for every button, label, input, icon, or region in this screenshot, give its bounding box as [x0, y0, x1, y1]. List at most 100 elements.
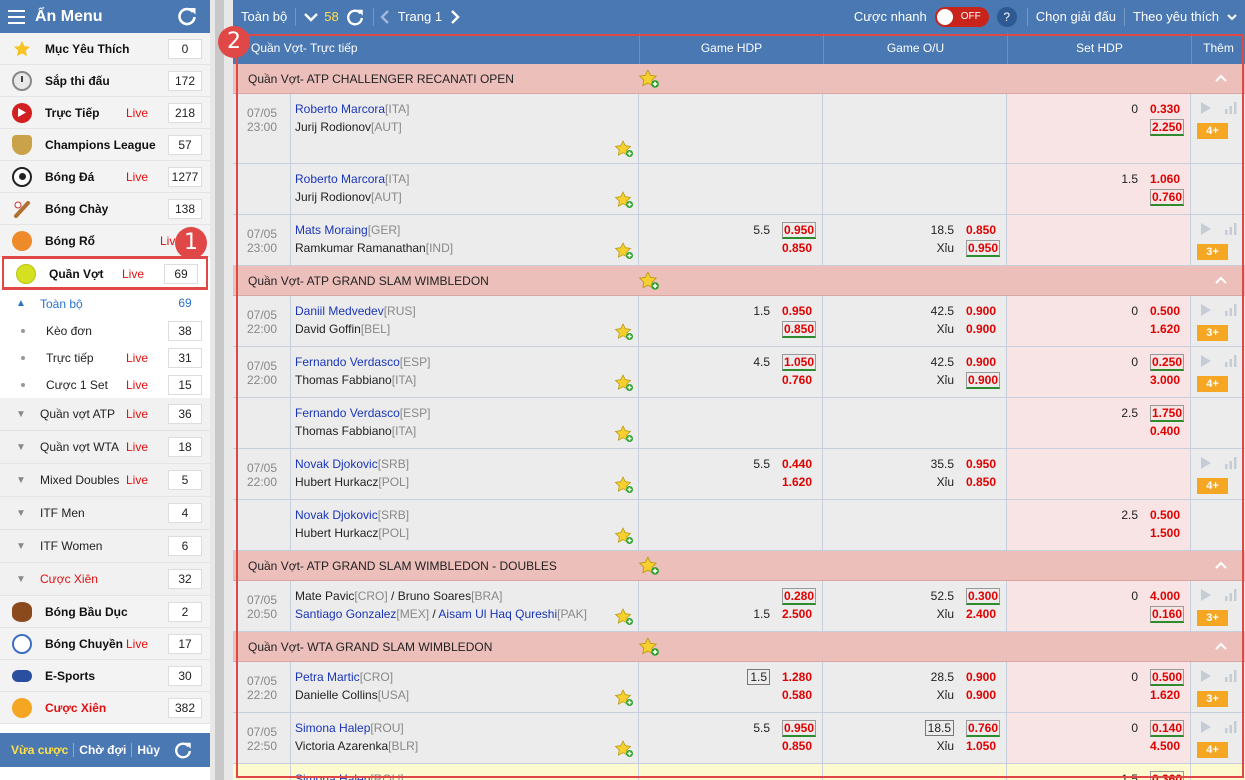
- odds-value[interactable]: 0.950: [782, 302, 816, 320]
- splitter-handle[interactable]: [215, 0, 224, 780]
- odds-value[interactable]: 0.900: [966, 302, 1000, 320]
- odds-value[interactable]: 0.850: [782, 320, 816, 338]
- odds-value[interactable]: 0.360: [1150, 770, 1184, 780]
- odds-value[interactable]: 4.500: [1150, 737, 1184, 755]
- chevron-left-icon[interactable]: [380, 9, 390, 24]
- sidebar-item-live[interactable]: Trực Tiếp Live 218: [0, 97, 210, 129]
- odds-value[interactable]: 0.950: [782, 719, 816, 737]
- sidebar-subitem-all[interactable]: ▲ Toàn bộ 69: [0, 290, 210, 317]
- odds-value[interactable]: 0.160: [1150, 605, 1184, 623]
- favorite-star-icon[interactable]: [614, 191, 634, 209]
- hide-menu-label[interactable]: Ẩn Menu: [35, 8, 103, 26]
- more-bets-button[interactable]: 3+: [1197, 325, 1228, 341]
- odds-value[interactable]: 0.950: [782, 221, 816, 239]
- odds-value[interactable]: 1.280: [782, 668, 816, 686]
- favorite-league-icon[interactable]: [638, 637, 660, 657]
- sidebar-item-champions-league[interactable]: Champions League 57: [0, 129, 210, 161]
- favorite-star-icon[interactable]: [614, 527, 634, 545]
- play-icon[interactable]: [1200, 355, 1212, 367]
- odds-value[interactable]: 0.760: [1150, 188, 1184, 206]
- odds-value[interactable]: 0.500: [1150, 506, 1184, 524]
- favorite-star-icon[interactable]: [614, 323, 634, 341]
- odds-value[interactable]: 0.280: [782, 587, 816, 605]
- odds-value[interactable]: 0.950: [966, 239, 1000, 257]
- more-bets-button[interactable]: 3+: [1197, 691, 1228, 707]
- sidebar-group-atp[interactable]: ▼ Quần vợt ATP Live 36: [0, 398, 210, 431]
- quick-bet-toggle[interactable]: OFF: [934, 6, 989, 27]
- league-header[interactable]: Quần Vợt- WTA GRAND SLAM WIMBLEDON: [233, 632, 1245, 662]
- play-icon[interactable]: [1200, 670, 1212, 682]
- league-header[interactable]: Quần Vợt- ATP GRAND SLAM WIMBLEDON - DOU…: [233, 551, 1245, 581]
- favorite-league-icon[interactable]: [638, 271, 660, 291]
- stats-icon[interactable]: [1225, 223, 1237, 235]
- chevron-up-icon[interactable]: [1215, 559, 1227, 571]
- odds-value[interactable]: 2.400: [966, 605, 1000, 623]
- odds-value[interactable]: 0.760: [966, 719, 1000, 737]
- odds-value[interactable]: 3.000: [1150, 371, 1184, 389]
- odds-value[interactable]: 0.400: [1150, 422, 1184, 440]
- play-icon[interactable]: [1200, 102, 1212, 114]
- play-icon[interactable]: [1200, 223, 1212, 235]
- odds-value[interactable]: 2.250: [1150, 118, 1184, 136]
- sidebar-item-upcoming[interactable]: Sắp thi đấu 172: [0, 65, 210, 97]
- sidebar-item-baseball[interactable]: Bóng Chày 138: [0, 193, 210, 225]
- odds-value[interactable]: 0.760: [782, 371, 816, 389]
- sidebar-group-wta[interactable]: ▼ Quần vợt WTA Live 18: [0, 431, 210, 464]
- odds-value[interactable]: 1.620: [782, 473, 816, 491]
- stats-icon[interactable]: [1225, 102, 1237, 114]
- odds-value[interactable]: 0.140: [1150, 719, 1184, 737]
- hamburger-icon[interactable]: [8, 9, 25, 24]
- sidebar-subitem-live[interactable]: Trực tiếp Live 31: [0, 344, 210, 371]
- odds-value[interactable]: 0.950: [966, 455, 1000, 473]
- sidebar-item-favorites[interactable]: Mục Yêu Thích 0: [0, 33, 210, 65]
- favorite-star-icon[interactable]: [614, 476, 634, 494]
- chevron-up-icon[interactable]: [1215, 72, 1227, 84]
- odds-value[interactable]: 0.850: [782, 737, 816, 755]
- stats-icon[interactable]: [1225, 721, 1237, 733]
- odds-value[interactable]: 1.050: [782, 353, 816, 371]
- play-icon[interactable]: [1200, 457, 1212, 469]
- tab-cancelled[interactable]: Hủy: [132, 743, 165, 757]
- odds-value[interactable]: 0.900: [966, 686, 1000, 704]
- odds-value[interactable]: 0.900: [966, 353, 1000, 371]
- league-header[interactable]: Quần Vợt- ATP CHALLENGER RECANATI OPEN: [233, 64, 1245, 94]
- odds-value[interactable]: 0.440: [782, 455, 816, 473]
- stats-icon[interactable]: [1225, 355, 1237, 367]
- sidebar-group-itf-women[interactable]: ▼ ITF Women 6: [0, 530, 210, 563]
- odds-value[interactable]: 1.620: [1150, 320, 1184, 338]
- favorite-star-icon[interactable]: [614, 242, 634, 260]
- odds-value[interactable]: 2.500: [782, 605, 816, 623]
- odds-value[interactable]: 0.250: [1150, 353, 1184, 371]
- play-icon[interactable]: [1200, 589, 1212, 601]
- odds-value[interactable]: 1.500: [1150, 524, 1184, 542]
- odds-value[interactable]: 4.000: [1150, 587, 1184, 605]
- odds-value[interactable]: 0.500: [1150, 302, 1184, 320]
- favorite-star-icon[interactable]: [614, 425, 634, 443]
- tab-recent-bets[interactable]: Vừa cược: [6, 743, 75, 757]
- odds-value[interactable]: 0.580: [782, 686, 816, 704]
- odds-value[interactable]: 0.900: [966, 320, 1000, 338]
- stats-icon[interactable]: [1225, 457, 1237, 469]
- refresh-icon[interactable]: [173, 740, 193, 760]
- chevron-down-icon[interactable]: [304, 12, 319, 22]
- league-header[interactable]: Quần Vợt- ATP GRAND SLAM WIMBLEDON: [233, 266, 1245, 296]
- odds-value[interactable]: 0.900: [966, 668, 1000, 686]
- favorite-star-icon[interactable]: [614, 608, 634, 626]
- odds-value[interactable]: 0.850: [966, 221, 1000, 239]
- sidebar-item-volleyball[interactable]: Bóng Chuyền Live 17: [0, 628, 210, 660]
- more-bets-button[interactable]: 4+: [1197, 376, 1228, 392]
- odds-value[interactable]: 0.850: [782, 239, 816, 257]
- more-bets-button[interactable]: 3+: [1197, 244, 1228, 260]
- more-bets-button[interactable]: 3+: [1197, 610, 1228, 626]
- odds-value[interactable]: 1.620: [1150, 686, 1184, 704]
- stats-icon[interactable]: [1225, 670, 1237, 682]
- sort-dropdown[interactable]: Theo yêu thích: [1125, 9, 1227, 24]
- refresh-icon[interactable]: [345, 7, 365, 27]
- odds-value[interactable]: 1.750: [1150, 404, 1184, 422]
- favorite-star-icon[interactable]: [614, 140, 634, 158]
- sidebar-splitter[interactable]: [210, 0, 233, 780]
- odds-value[interactable]: 0.300: [966, 587, 1000, 605]
- tab-pending[interactable]: Chờ đợi: [74, 743, 133, 757]
- play-icon[interactable]: [1200, 721, 1212, 733]
- odds-value[interactable]: 1.060: [1150, 170, 1184, 188]
